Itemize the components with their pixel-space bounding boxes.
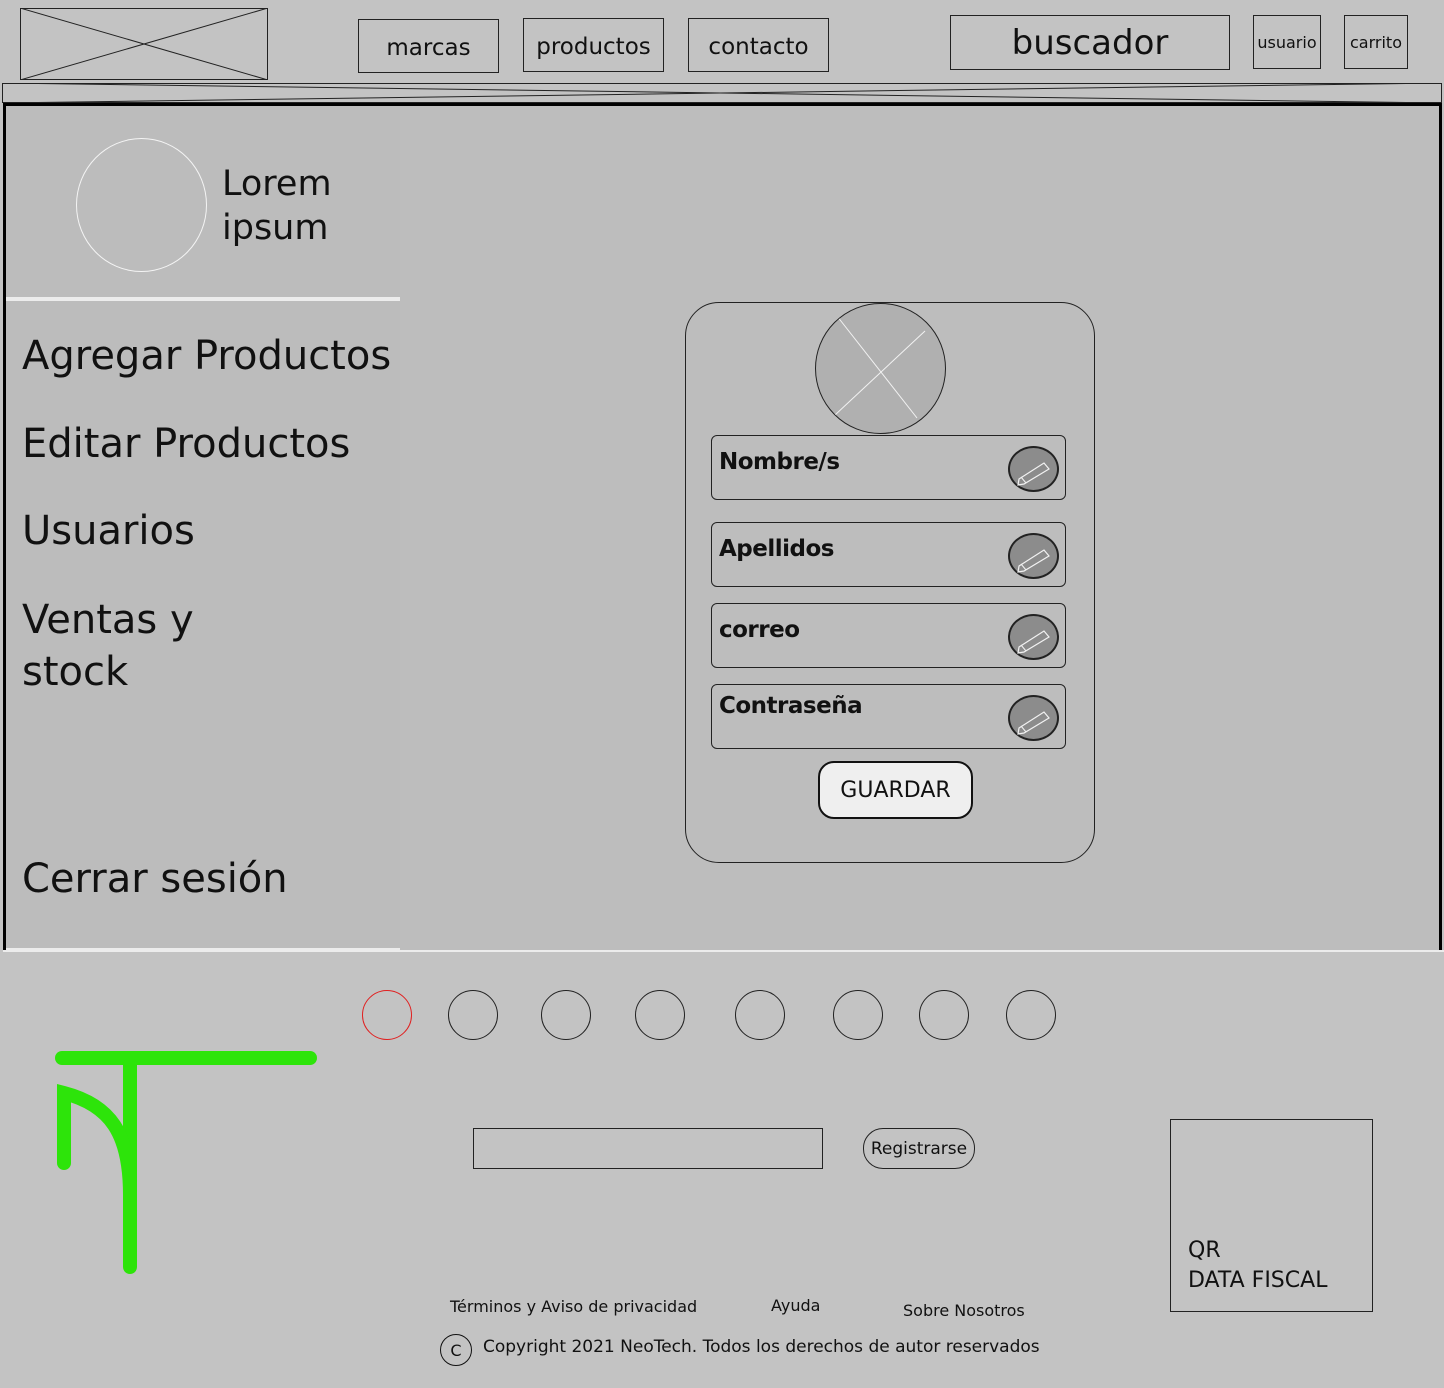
nav-contacto[interactable]: contacto — [688, 18, 829, 72]
nav-productos[interactable]: productos — [523, 18, 664, 72]
social-icon-2[interactable] — [448, 990, 498, 1040]
footer-top-divider — [3, 950, 1444, 952]
social-icon-4[interactable] — [635, 990, 685, 1040]
banner-strip — [2, 83, 1442, 103]
edit-apellidos-button[interactable] — [1008, 533, 1059, 579]
social-icon-8[interactable] — [1006, 990, 1056, 1040]
image-placeholder-icon — [20, 8, 268, 80]
sidebar-item-usuarios[interactable]: Usuarios — [22, 505, 195, 557]
profile-name: Lorem ipsum — [222, 162, 332, 250]
field-nombre-label: Nombre/s — [719, 449, 840, 475]
qr-label-line2: DATA FISCAL — [1188, 1268, 1328, 1293]
field-correo-label: correo — [719, 617, 800, 643]
field-contrasena[interactable]: Contraseña — [711, 684, 1066, 749]
social-icon-7[interactable] — [919, 990, 969, 1040]
pencil-icon — [1017, 630, 1050, 654]
pencil-icon — [1017, 711, 1050, 735]
cart-button[interactable]: carrito — [1344, 15, 1408, 69]
profile-photo-placeholder[interactable] — [815, 303, 946, 434]
newsletter-email-input[interactable] — [473, 1128, 823, 1169]
qr-fiscal-box[interactable]: QR DATA FISCAL — [1170, 1119, 1373, 1312]
avatar[interactable] — [76, 138, 207, 272]
footer-link-sobre-nosotros[interactable]: Sobre Nosotros — [903, 1301, 1025, 1320]
qr-label: QR DATA FISCAL — [1188, 1236, 1327, 1296]
neotech-logo-icon — [55, 1051, 317, 1274]
field-apellidos-label: Apellidos — [719, 536, 834, 562]
social-icon-5[interactable] — [735, 990, 785, 1040]
edit-correo-button[interactable] — [1008, 614, 1059, 660]
footer-link-ayuda[interactable]: Ayuda — [771, 1296, 820, 1315]
logout-link[interactable]: Cerrar sesión — [22, 853, 288, 905]
sidebar-item-editar-productos[interactable]: Editar Productos — [22, 418, 350, 470]
sidebar-item-ventas-y-stock[interactable]: Ventas y stock — [22, 594, 194, 698]
pencil-icon — [1017, 462, 1050, 486]
banner-placeholder-icon — [2, 83, 1442, 103]
field-contrasena-label: Contraseña — [719, 693, 863, 719]
pencil-icon — [1017, 549, 1050, 573]
sidebar-item-ventas-line2: stock — [22, 649, 129, 695]
image-placeholder-icon — [834, 315, 926, 419]
logo-placeholder[interactable] — [20, 8, 268, 80]
qr-label-line1: QR — [1188, 1238, 1221, 1263]
register-button[interactable]: Registrarse — [863, 1128, 975, 1169]
sidebar: Lorem ipsum Agregar Productos Editar Pro… — [3, 103, 403, 952]
copyright-icon: C — [440, 1334, 472, 1366]
profile-name-line2: ipsum — [222, 208, 329, 248]
field-nombre[interactable]: Nombre/s — [711, 435, 1066, 500]
profile-divider — [6, 297, 400, 301]
footer-link-terminos[interactable]: Términos y Aviso de privacidad — [450, 1297, 697, 1316]
sidebar-item-ventas-line1: Ventas y — [22, 597, 194, 643]
field-correo[interactable]: correo — [711, 603, 1066, 668]
user-button[interactable]: usuario — [1253, 15, 1321, 69]
field-apellidos[interactable]: Apellidos — [711, 522, 1066, 587]
social-icon-1[interactable] — [362, 990, 412, 1040]
sidebar-item-agregar-productos[interactable]: Agregar Productos — [22, 330, 391, 382]
social-icon-6[interactable] — [833, 990, 883, 1040]
profile-name-line1: Lorem — [222, 164, 332, 204]
nav-marcas[interactable]: marcas — [358, 19, 499, 73]
edit-contrasena-button[interactable] — [1008, 695, 1059, 741]
save-button[interactable]: GUARDAR — [818, 761, 973, 819]
search-input[interactable]: buscador — [950, 15, 1230, 70]
copyright-text: Copyright 2021 NeoTech. Todos los derech… — [483, 1337, 1040, 1357]
social-icon-3[interactable] — [541, 990, 591, 1040]
edit-nombre-button[interactable] — [1008, 446, 1059, 492]
search-label: buscador — [1011, 22, 1169, 63]
